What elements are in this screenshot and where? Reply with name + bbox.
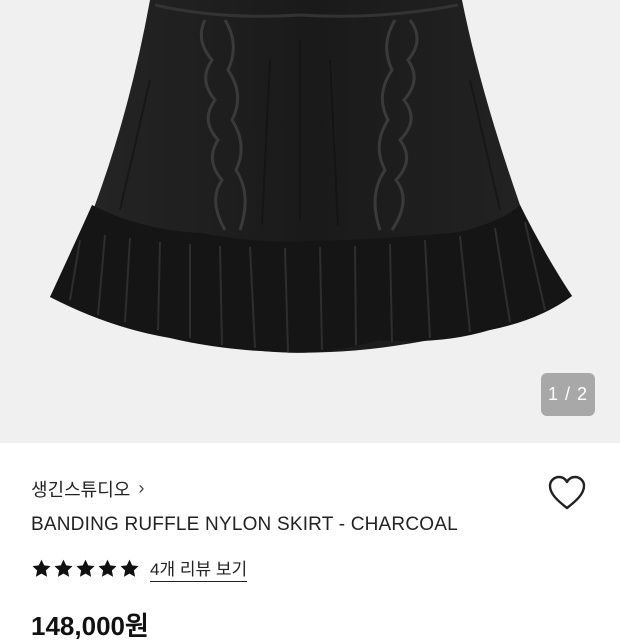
review-link[interactable]: 4개 리뷰 보기 bbox=[150, 555, 248, 582]
favorite-button[interactable] bbox=[548, 475, 586, 511]
star-icon bbox=[32, 559, 51, 577]
product-image-carousel[interactable]: 1 / 2 bbox=[0, 0, 620, 443]
star-rating bbox=[31, 558, 140, 579]
skirt-product-image bbox=[50, 0, 572, 353]
star-icon bbox=[120, 559, 139, 577]
product-info-section: 생긴스튜디오 › BANDING RUFFLE NYLON SKIRT - CH… bbox=[0, 443, 620, 641]
brand-link[interactable]: 생긴스튜디오 › bbox=[31, 477, 144, 501]
brand-name: 생긴스튜디오 bbox=[31, 480, 131, 500]
rating-row: 4개 리뷰 보기 bbox=[31, 555, 248, 582]
product-title: BANDING RUFFLE NYLON SKIRT - CHARCOAL bbox=[31, 514, 458, 535]
star-icon bbox=[76, 559, 95, 577]
heart-outline-icon bbox=[548, 475, 586, 510]
star-icon bbox=[54, 559, 73, 577]
chevron-right-icon: › bbox=[138, 478, 145, 498]
image-page-indicator: 1 / 2 bbox=[541, 373, 595, 416]
star-icon bbox=[98, 559, 117, 577]
product-price: 148,000원 bbox=[31, 611, 149, 641]
